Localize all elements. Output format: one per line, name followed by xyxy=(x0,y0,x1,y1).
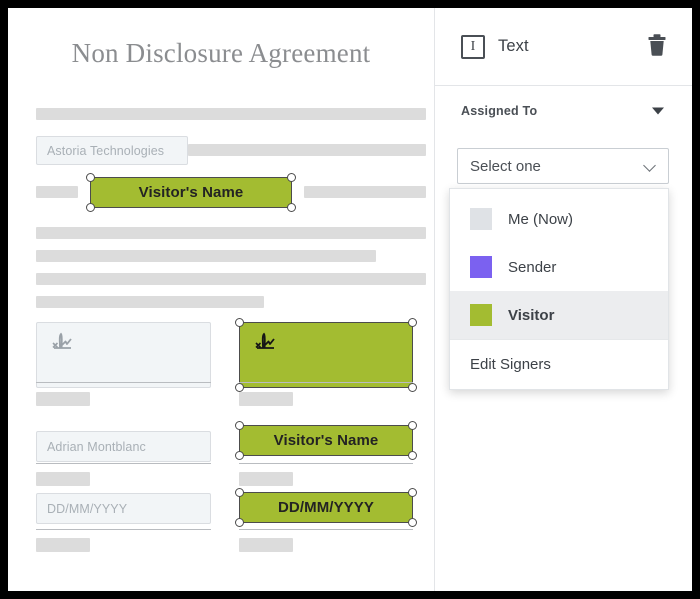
application-window: Non Disclosure Agreement Astoria Technol… xyxy=(8,8,692,591)
filler-text-bar xyxy=(36,472,90,486)
dropdown-option-visitor[interactable]: Visitor xyxy=(450,291,668,339)
assigned-to-row[interactable]: Assigned To xyxy=(435,86,692,136)
signature-rule-right xyxy=(239,382,413,383)
signer-color-swatch xyxy=(470,256,492,278)
signature-rule-left xyxy=(36,382,211,383)
resize-handle-bottom-right[interactable] xyxy=(287,203,296,212)
filler-text-bar xyxy=(188,144,426,156)
resize-handle-bottom-right[interactable] xyxy=(408,451,417,460)
caret-down-icon[interactable] xyxy=(652,108,664,115)
name-rule-left xyxy=(36,463,211,464)
dropdown-option-sender[interactable]: Sender xyxy=(450,243,668,291)
resize-handle-bottom-left[interactable] xyxy=(235,451,244,460)
resize-handle-bottom-left[interactable] xyxy=(86,203,95,212)
delete-field-button[interactable] xyxy=(644,34,670,60)
assignee-select-value: Select one xyxy=(470,158,541,175)
dropdown-option-me-now[interactable]: Me (Now) xyxy=(450,195,668,243)
filler-text-bar xyxy=(36,108,426,120)
filler-text-bar xyxy=(36,538,90,552)
filler-text-bar xyxy=(36,273,426,285)
assigned-field-visitor-name-top[interactable]: Visitor's Name xyxy=(90,177,292,208)
dropdown-option-label: Me (Now) xyxy=(508,211,573,228)
assignee-dropdown-menu[interactable]: Me (Now) Sender Visitor Edit Signers xyxy=(449,188,669,390)
page-title: Non Disclosure Agreement xyxy=(8,38,434,69)
dropdown-option-label: Edit Signers xyxy=(470,356,551,373)
filler-text-bar xyxy=(36,296,264,308)
field-properties-header: I Text xyxy=(435,8,692,86)
filler-text-bar xyxy=(304,186,426,198)
resize-handle-top-left[interactable] xyxy=(235,488,244,497)
assigned-field-visitor-name-bottom[interactable]: Visitor's Name xyxy=(239,425,413,456)
assigned-to-label: Assigned To xyxy=(461,104,537,118)
dropdown-option-label: Sender xyxy=(508,259,556,276)
filler-text-bar xyxy=(36,186,78,198)
filler-text-bar xyxy=(36,227,426,239)
date-rule-right xyxy=(239,529,413,530)
assigned-field-signature-right[interactable] xyxy=(239,322,413,388)
filler-text-bar xyxy=(36,250,376,262)
filler-text-bar xyxy=(239,472,293,486)
assigned-field-visitor-name-top-label: Visitor's Name xyxy=(139,184,244,201)
field-type-label: Text xyxy=(498,37,529,56)
resize-handle-top-right[interactable] xyxy=(287,173,296,182)
field-signer-name-value: Adrian Montblanc xyxy=(47,440,146,454)
resize-handle-top-right[interactable] xyxy=(408,488,417,497)
field-date-left-value: DD/MM/YYYY xyxy=(47,502,127,516)
assigned-field-visitor-name-bottom-label: Visitor's Name xyxy=(274,432,379,449)
field-company-name-value: Astoria Technologies xyxy=(47,144,164,158)
signature-icon xyxy=(49,331,75,358)
resize-handle-top-right[interactable] xyxy=(408,318,417,327)
chevron-down-icon xyxy=(643,159,656,172)
resize-handle-bottom-right[interactable] xyxy=(408,383,417,392)
resize-handle-bottom-left[interactable] xyxy=(235,383,244,392)
field-company-name[interactable]: Astoria Technologies xyxy=(36,136,188,165)
dropdown-option-edit-signers[interactable]: Edit Signers xyxy=(450,339,668,389)
filler-text-bar xyxy=(36,392,90,406)
field-signer-name[interactable]: Adrian Montblanc xyxy=(36,431,211,462)
resize-handle-bottom-left[interactable] xyxy=(235,518,244,527)
field-signature-left[interactable] xyxy=(36,322,211,388)
resize-handle-top-left[interactable] xyxy=(235,318,244,327)
document-preview-pane: Non Disclosure Agreement Astoria Technol… xyxy=(8,8,434,591)
filler-text-bar xyxy=(239,392,293,406)
assigned-field-date-right-label: DD/MM/YYYY xyxy=(278,499,374,516)
date-rule-left xyxy=(36,529,211,530)
resize-handle-top-left[interactable] xyxy=(235,421,244,430)
field-properties-sidebar: I Text Assigned To Select one Me (Now) Se… xyxy=(435,8,692,591)
name-rule-right xyxy=(239,463,413,464)
filler-text-bar xyxy=(239,538,293,552)
assigned-field-date-right[interactable]: DD/MM/YYYY xyxy=(239,492,413,523)
signer-color-swatch xyxy=(470,208,492,230)
signer-color-swatch xyxy=(470,304,492,326)
trash-icon xyxy=(646,33,668,60)
assignee-select[interactable]: Select one xyxy=(457,148,669,184)
signature-icon xyxy=(252,331,278,359)
text-cursor-icon: I xyxy=(461,35,485,59)
field-date-left[interactable]: DD/MM/YYYY xyxy=(36,493,211,524)
resize-handle-bottom-right[interactable] xyxy=(408,518,417,527)
dropdown-option-label: Visitor xyxy=(508,307,554,324)
resize-handle-top-right[interactable] xyxy=(408,421,417,430)
resize-handle-top-left[interactable] xyxy=(86,173,95,182)
